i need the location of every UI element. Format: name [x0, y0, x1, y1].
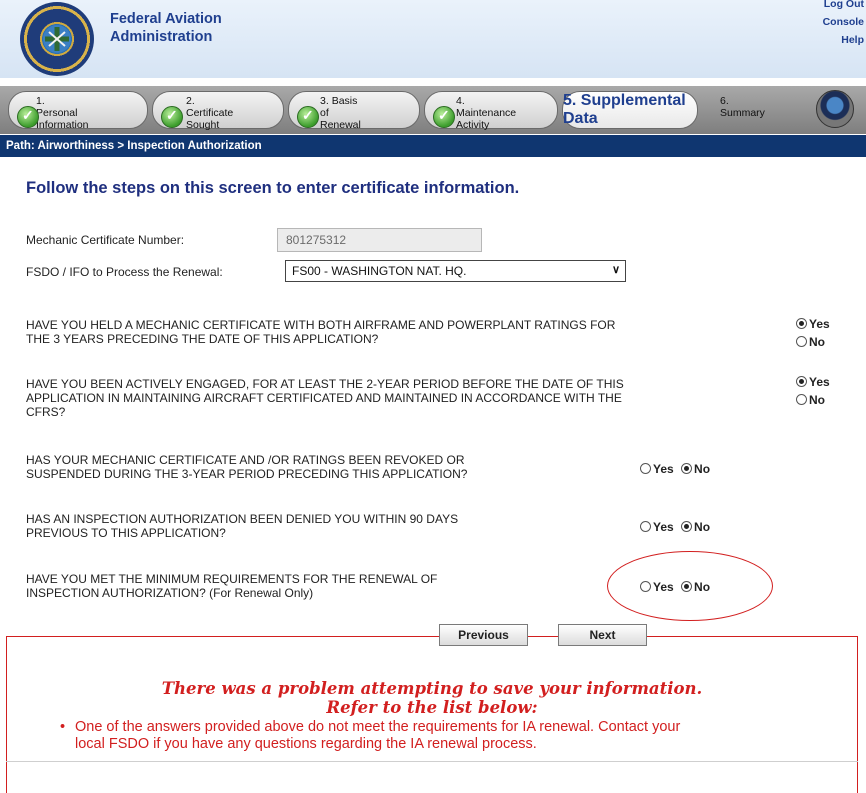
step1-check-icon — [17, 106, 39, 128]
agency-name-line2: Administration — [110, 29, 213, 45]
question-1-line2: THE 3 YEARS PRECEDING THE DATE OF THIS A… — [26, 332, 379, 346]
q2-yes-radio[interactable] — [796, 376, 807, 387]
error-message-line1: One of the answers provided above do not… — [75, 719, 681, 735]
top-links: Log Out Console Help — [823, 0, 864, 46]
question-4-line2: PREVIOUS TO THIS APPLICATION? — [26, 526, 226, 540]
question-4-line1: HAS AN INSPECTION AUTHORIZATION BEEN DEN… — [26, 512, 459, 526]
question-2-line1: HAVE YOU BEEN ACTIVELY ENGAGED, FOR AT L… — [26, 377, 624, 391]
q2-no-radio[interactable] — [796, 394, 807, 405]
step6-num: 6. — [720, 95, 729, 107]
step4-num: 4. — [456, 95, 465, 107]
q2-no-option[interactable]: No — [796, 393, 825, 407]
step5-line1: Supplemental — [580, 92, 686, 109]
error-title-line1: There was a problem attempting to save y… — [161, 679, 703, 698]
page-title: Follow the steps on this screen to enter… — [26, 179, 520, 197]
step-tab-supplemental-data[interactable]: 5. Supplemental Data — [562, 91, 698, 129]
fsdo-select[interactable]: FS00 - WASHINGTON NAT. HQ. ∨ — [285, 260, 626, 282]
fsdo-selected-value: FS00 - WASHINGTON NAT. HQ. — [292, 264, 467, 278]
q3-no-radio[interactable] — [681, 463, 693, 474]
question-2: HAVE YOU BEEN ACTIVELY ENGAGED, FOR AT L… — [26, 377, 624, 419]
question-5: HAVE YOU MET THE MINIMUM REQUIREMENTS FO… — [26, 572, 437, 600]
question-2-line3: CFRS? — [26, 405, 66, 419]
step6-line1: Summary — [720, 107, 765, 119]
help-link[interactable]: Help — [823, 34, 864, 46]
site-header: Federal Aviation Administration Log Out … — [0, 0, 866, 78]
step2-check-icon — [161, 106, 183, 128]
step3-line2: Renewal — [320, 119, 361, 131]
question-2-line2: APPLICATION IN MAINTAINING AIRCRAFT CERT… — [26, 391, 622, 405]
q1-no-option[interactable]: No — [796, 335, 825, 349]
q1-yes-radio[interactable] — [796, 318, 807, 329]
step-navigation: 5. Supplemental Data 1. Personal Informa… — [0, 86, 866, 134]
question-5-line1: HAVE YOU MET THE MINIMUM REQUIREMENTS FO… — [26, 572, 438, 586]
breadcrumb: Path: Airworthiness > Inspection Authori… — [0, 135, 866, 157]
q2-yes-label: Yes — [809, 375, 830, 389]
faa-small-seal-icon — [816, 90, 854, 128]
step4-line2: Activity — [456, 119, 490, 131]
q3-yes-label: Yes — [653, 462, 674, 476]
previous-button[interactable]: Previous — [439, 624, 528, 646]
q1-no-radio[interactable] — [796, 336, 807, 347]
cert-number-field: 801275312 — [277, 228, 482, 252]
question-1: HAVE YOU HELD A MECHANIC CERTIFICATE WIT… — [26, 318, 615, 346]
next-button[interactable]: Next — [558, 624, 647, 646]
q4-yes-radio[interactable] — [640, 521, 651, 532]
chevron-down-icon: ∨ — [611, 264, 620, 276]
q4-yes-label: Yes — [653, 520, 674, 534]
q4-options: Yes No — [640, 520, 710, 534]
step2-line1: Certificate — [186, 107, 234, 119]
error-message: • One of the answers provided above do n… — [60, 719, 845, 753]
agency-name-line1: Federal Aviation — [110, 11, 222, 27]
step5-line2: Data — [563, 110, 598, 127]
step4-check-icon — [433, 106, 455, 128]
q3-yes-radio[interactable] — [640, 463, 651, 474]
cert-number-label: Mechanic Certificate Number: — [26, 233, 185, 247]
question-3-line2: SUSPENDED DURING THE 3-YEAR PERIOD PRECE… — [26, 467, 468, 481]
step1-num: 1. — [36, 95, 45, 107]
highlight-ellipse-annotation — [607, 551, 773, 621]
step1-line1: Personal — [36, 107, 78, 119]
logout-link[interactable]: Log Out — [823, 0, 864, 10]
step2-num: 2. — [186, 95, 195, 107]
question-3-line1: HAS YOUR MECHANIC CERTIFICATE AND /OR RA… — [26, 453, 465, 467]
step3-check-icon — [297, 106, 319, 128]
step3-num: 3. — [320, 95, 329, 107]
q1-no-label: No — [809, 335, 825, 349]
question-1-line1: HAVE YOU HELD A MECHANIC CERTIFICATE WIT… — [26, 318, 616, 332]
q4-no-label: No — [694, 520, 711, 534]
step4-line1: Maintenance — [456, 107, 517, 119]
error-title-line2: Refer to the list below: — [326, 698, 538, 717]
q3-options: Yes No — [640, 462, 710, 476]
q1-yes-label: Yes — [809, 317, 830, 331]
q4-no-radio[interactable] — [681, 521, 693, 532]
question-5-line2: INSPECTION AUTHORIZATION? (For Renewal O… — [26, 586, 314, 600]
step1-line2: Information — [36, 119, 89, 131]
q3-no-label: No — [694, 462, 711, 476]
bullet-icon: • — [60, 719, 66, 735]
question-3: HAS YOUR MECHANIC CERTIFICATE AND /OR RA… — [26, 453, 467, 481]
step5-num: 5. — [563, 92, 577, 109]
q1-yes-option[interactable]: Yes — [796, 317, 830, 331]
error-message-line2: local FSDO if you have any questions reg… — [75, 736, 537, 752]
q2-yes-option[interactable]: Yes — [796, 375, 830, 389]
question-4: HAS AN INSPECTION AUTHORIZATION BEEN DEN… — [26, 512, 458, 540]
q2-no-label: No — [809, 393, 825, 407]
agency-name: Federal Aviation Administration — [110, 10, 270, 46]
fsdo-label: FSDO / IFO to Process the Renewal: — [26, 265, 223, 279]
step2-line2: Sought — [186, 119, 220, 131]
console-link[interactable]: Console — [823, 16, 864, 28]
divider — [6, 761, 858, 762]
faa-seal-icon — [20, 2, 94, 76]
